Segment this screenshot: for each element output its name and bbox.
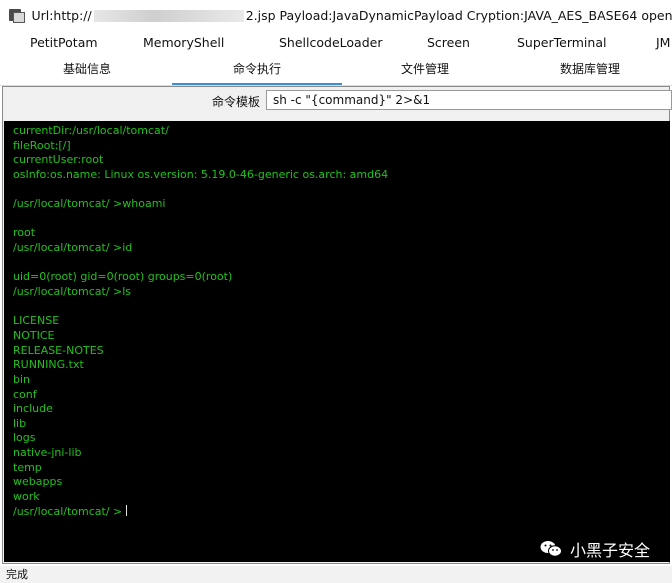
terminal-line: webapps — [13, 475, 63, 489]
status-bar: 完成 — [0, 566, 672, 583]
terminal-line: conf — [13, 387, 37, 401]
terminal-prompt: /usr/local/tomcat/ > — [13, 504, 123, 518]
terminal-line: /usr/local/tomcat/ >ls — [13, 285, 132, 299]
terminal-line: work — [13, 490, 40, 504]
terminal-line: RUNNING.txt — [13, 358, 84, 372]
tab-file-manager[interactable]: 文件管理 — [342, 57, 508, 83]
tab-basic-info[interactable]: 基础信息 — [0, 57, 174, 83]
plugin-tab-bar: PetitPotam MemoryShell ShellcodeLoader S… — [0, 31, 672, 57]
text-cursor — [126, 504, 128, 516]
command-template-label: 命令模板 — [212, 95, 261, 109]
watermark-text: 小黑子安全 — [569, 541, 650, 560]
redacted-host — [93, 10, 244, 22]
function-tab-bar: 基础信息 命令执行 文件管理 数据库管理 — [0, 57, 672, 86]
terminal-line: include — [13, 402, 53, 416]
terminal-line: bin — [13, 372, 31, 386]
app-icon — [9, 7, 25, 23]
terminal-output[interactable]: currentDir:/usr/local/tomcat/fileRoot:[/… — [4, 121, 670, 562]
terminal-line: NOTICE — [13, 328, 55, 342]
command-template-input[interactable] — [266, 90, 672, 110]
terminal-line: /usr/local/tomcat/ >id — [13, 241, 133, 255]
terminal-line: osInfo:os.name: Linux os.version: 5.19.0… — [13, 167, 389, 181]
tab-command-exec[interactable]: 命令执行 — [172, 57, 342, 85]
window-title: Url:http://2.jsp Payload:JavaDynamicPayl… — [31, 7, 672, 23]
terminal-line: logs — [13, 431, 36, 445]
terminal-line: /usr/local/tomcat/ > — [13, 504, 670, 520]
terminal-line: currentDir:/usr/local/tomcat/ — [13, 124, 169, 137]
tab-shellcodeloader[interactable]: ShellcodeLoader — [279, 31, 382, 57]
terminal-line: uid=0(root) gid=0(root) groups=0(root) — [13, 270, 233, 284]
tab-database-manager[interactable]: 数据库管理 — [508, 57, 672, 83]
window-title-bar: Url:http://2.jsp Payload:JavaDynamicPayl… — [0, 0, 672, 30]
tab-jm[interactable]: JM — [656, 31, 670, 57]
tab-superterminal[interactable]: SuperTerminal — [517, 31, 606, 57]
terminal-line: currentUser:root — [13, 153, 104, 167]
terminal-line: fileRoot:[/] — [13, 138, 71, 152]
wechat-icon — [540, 541, 562, 557]
tab-screen[interactable]: Screen — [427, 31, 470, 57]
terminal-line: /usr/local/tomcat/ >whoami — [13, 197, 166, 211]
tab-memoryshell[interactable]: MemoryShell — [143, 31, 224, 57]
status-text: 完成 — [6, 568, 28, 581]
terminal-line: root — [13, 226, 36, 240]
terminal-line: RELEASE-NOTES — [13, 343, 104, 357]
watermark: 小黑子安全 — [540, 537, 650, 561]
tab-petitpotam[interactable]: PetitPotam — [30, 31, 98, 57]
terminal-line: LICENSE — [13, 314, 60, 328]
terminal-line: native-jni-lib — [13, 446, 82, 460]
terminal-line: lib — [13, 416, 27, 430]
terminal-line: temp — [13, 460, 42, 474]
